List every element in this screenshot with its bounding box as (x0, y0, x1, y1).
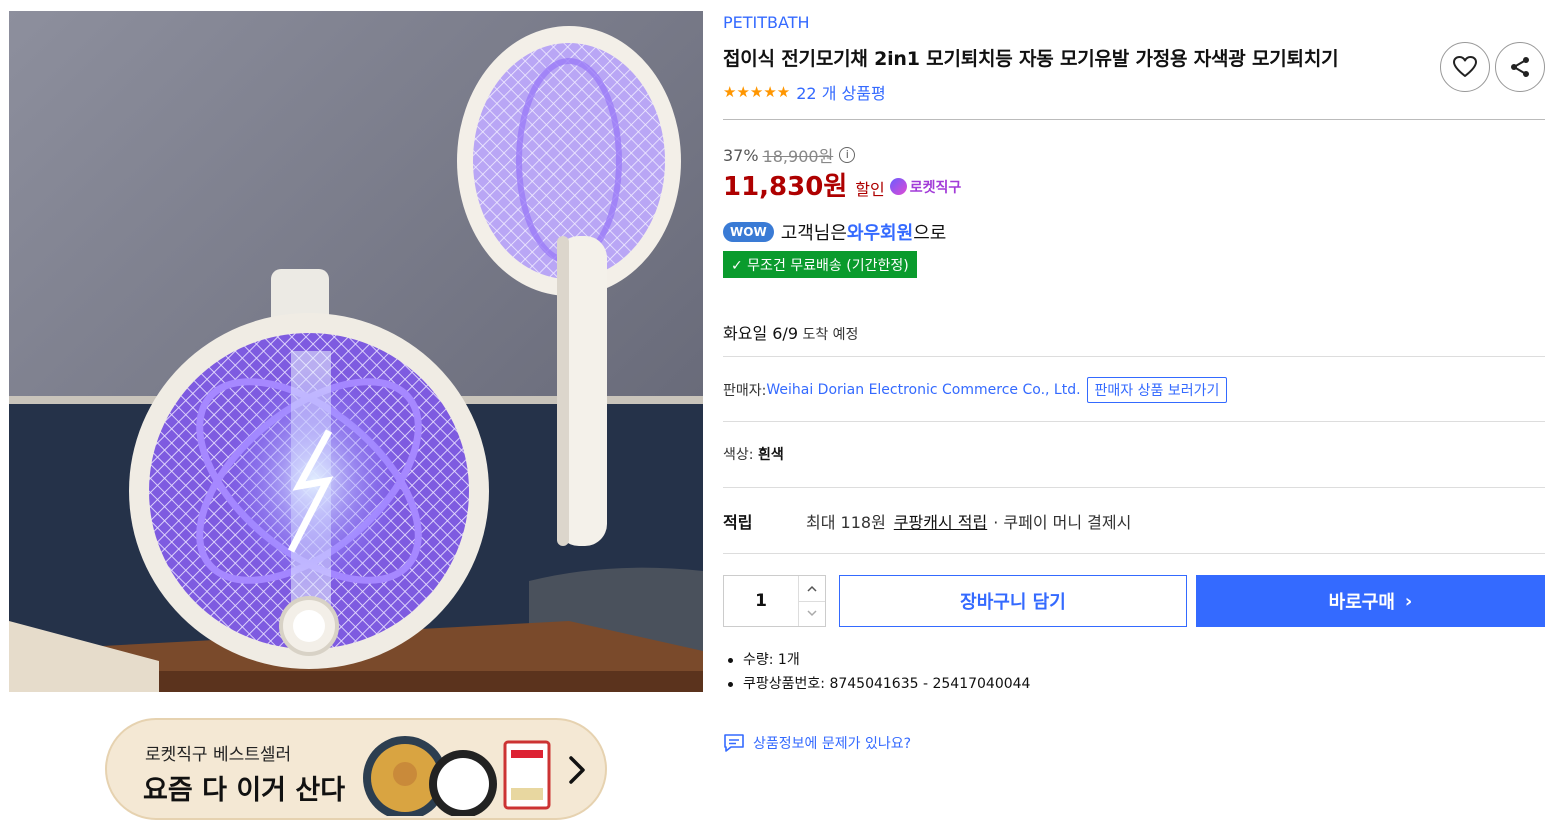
price-row: 11,830원 할인 로켓직구 (723, 166, 961, 203)
chevron-right-icon: › (1404, 590, 1413, 612)
color-value: 흰색 (757, 447, 784, 463)
quantity-arrows (798, 576, 825, 626)
discount-row: 37% 18,900원 i (723, 143, 856, 167)
wow-member-row: WOW 고객님은 와우회원 으로 (723, 219, 946, 245)
cashback-amount: 최대 118원 (806, 513, 886, 532)
message-icon (724, 734, 744, 752)
rocket-icon (889, 178, 907, 195)
wow-text-before: 고객님은 (780, 223, 847, 244)
color-label: 색상: (723, 447, 758, 463)
sale-label: 할인 (855, 180, 885, 199)
rocket-direct-badge: 로켓직구 (889, 177, 962, 197)
quantity-stepper[interactable]: 1 (723, 575, 826, 627)
detail-quantity: 수량: 1개 (727, 648, 1030, 672)
divider (723, 356, 1545, 357)
report-issue-link[interactable]: 상품정보에 문제가 있나요? (723, 733, 911, 753)
star-rating-icon: ★★★★★ (723, 83, 791, 101)
cashback-label: 적립 (723, 513, 753, 532)
share-icon (1511, 57, 1529, 77)
product-details-list: 수량: 1개 쿠팡상품번호: 8745041635 - 25417040044 (727, 648, 1030, 696)
seller-row: 판매자: Weihai Dorian Electronic Commerce C… (723, 377, 1228, 403)
chevron-down-icon (807, 610, 817, 617)
original-price: 18,900원 (762, 147, 834, 166)
report-issue-label: 상품정보에 문제가 있나요? (753, 736, 912, 752)
free-shipping-badge: ✓ 무조건 무료배송 (기간한정) (723, 251, 917, 278)
product-page: 로켓직구 베스트셀러 요즘 다 이거 산다 PETITBATH 접이식 전기모기… (0, 0, 1559, 837)
cashback-condition: · 쿠페이 머니 결제시 (993, 513, 1132, 532)
mosquito-racket-photo (9, 11, 703, 692)
review-count-link[interactable]: 22 개 상품평 (796, 80, 885, 104)
banner-title: 요즘 다 이거 산다 (143, 775, 346, 806)
product-title: 접이식 전기모기채 2in1 모기퇴치등 자동 모기유발 가정용 자색광 모기퇴… (723, 48, 1339, 70)
buy-now-button[interactable]: 바로구매 › (1196, 575, 1545, 627)
share-button[interactable] (1495, 42, 1545, 92)
add-to-cart-button[interactable]: 장바구니 담기 (839, 575, 1187, 627)
seller-label: 판매자: (723, 383, 767, 399)
banner-subtitle: 로켓직구 베스트셀러 (145, 745, 292, 765)
coupang-cash-link[interactable]: 쿠팡캐시 적립 (894, 509, 987, 533)
discount-rate: 37% (723, 145, 759, 165)
divider (723, 553, 1545, 554)
banner-products-illustration (363, 736, 551, 816)
cashback-row: 적립 최대 118원 쿠팡캐시 적립 · 쿠페이 머니 결제시 (723, 509, 1131, 533)
rating-summary[interactable]: ★★★★★ 22 개 상품평 (723, 80, 886, 104)
rocket-bestseller-banner[interactable]: 로켓직구 베스트셀러 요즘 다 이거 산다 (105, 718, 607, 820)
chevron-up-icon (807, 585, 817, 592)
product-image[interactable] (9, 11, 703, 692)
divider (723, 421, 1545, 422)
chevron-right-icon (569, 756, 585, 784)
buy-now-label: 바로구매 (1328, 592, 1395, 613)
detail-product-number: 쿠팡상품번호: 8745041635 - 25417040044 (727, 672, 1030, 696)
color-option: 색상: 흰색 (723, 444, 784, 464)
divider (723, 119, 1545, 120)
quantity-input[interactable]: 1 (724, 576, 798, 626)
info-icon[interactable]: i (839, 147, 856, 163)
sale-price: 11,830원 (723, 172, 848, 202)
delivery-suffix: 도착 예정 (798, 327, 859, 343)
divider (723, 487, 1545, 488)
rocket-label: 로켓직구 (909, 179, 962, 196)
delivery-estimate: 화요일 6/9 도착 예정 (723, 320, 858, 344)
heart-icon (1453, 56, 1477, 77)
quantity-decrease-button[interactable] (799, 600, 825, 627)
brand-link[interactable]: PETITBATH (723, 13, 810, 32)
seller-products-button[interactable]: 판매자 상품 보러가기 (1086, 377, 1228, 403)
delivery-date: 화요일 6/9 (723, 324, 798, 343)
wow-text-after: 으로 (913, 223, 947, 244)
wow-highlight: 와우회원 (846, 223, 914, 244)
seller-name-link[interactable]: Weihai Dorian Electronic Commerce Co., L… (766, 382, 1080, 398)
wow-badge: WOW (723, 222, 774, 242)
quantity-increase-button[interactable] (799, 576, 825, 601)
wishlist-button[interactable] (1440, 42, 1490, 92)
